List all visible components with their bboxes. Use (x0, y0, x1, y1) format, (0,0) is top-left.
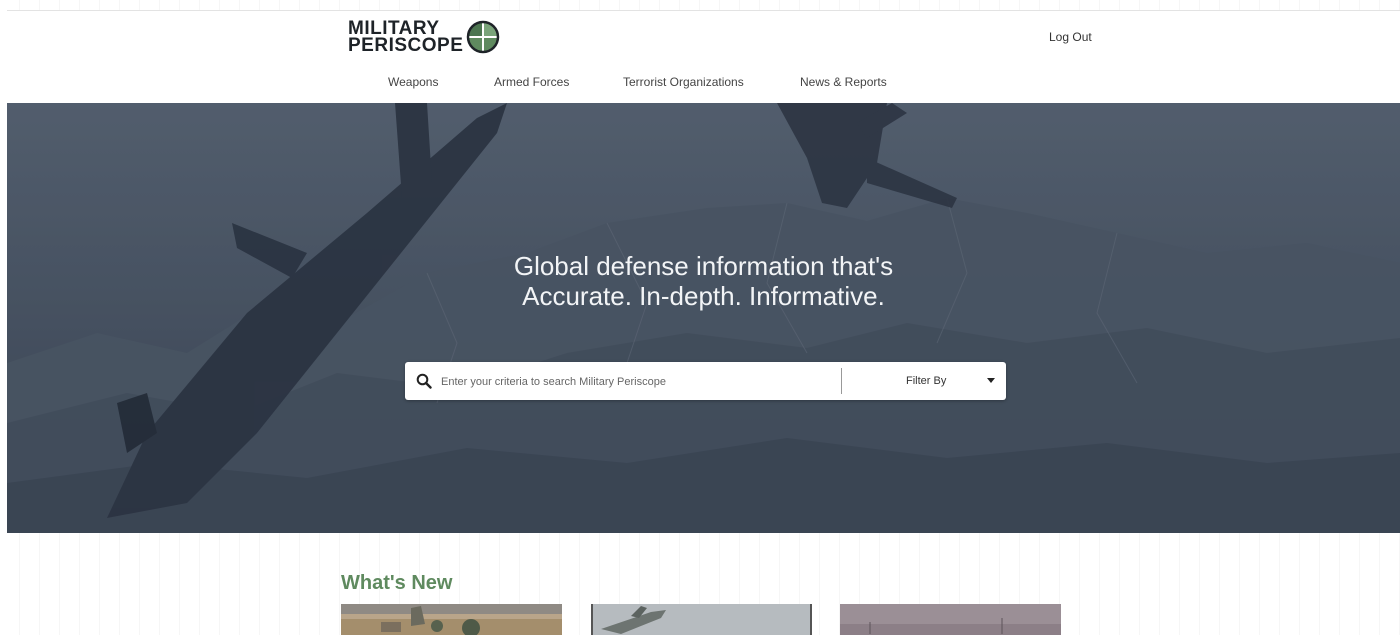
hero-background-image (7, 103, 1400, 533)
top-header: MILITARY PERISCOPE Log Out (7, 10, 1400, 64)
search-icon[interactable] (416, 373, 432, 389)
hero-headline-line-2: Accurate. In-depth. Informative. (522, 281, 885, 311)
news-card-image (341, 604, 562, 635)
filter-by-dropdown[interactable]: Filter By (842, 362, 1006, 400)
logo-wordmark: MILITARY PERISCOPE (348, 19, 464, 56)
news-card-image (840, 604, 1061, 635)
caret-down-icon (987, 378, 995, 383)
news-card-thumbnail[interactable] (840, 604, 1061, 635)
hero-headline-line-1: Global defense information that's (513, 251, 894, 281)
search-input[interactable] (439, 368, 838, 396)
hero-banner: Global defense information that's Accura… (7, 103, 1400, 533)
logout-link[interactable]: Log Out (1049, 30, 1092, 44)
nav-news-reports[interactable]: News & Reports (800, 75, 887, 89)
news-card-thumbnail[interactable] (341, 604, 562, 635)
nav-weapons[interactable]: Weapons (388, 75, 438, 89)
nav-terrorist-organizations[interactable]: Terrorist Organizations (623, 75, 744, 89)
main-nav: Weapons Armed Forces Terrorist Organizat… (7, 63, 1400, 103)
whats-new-heading: What's New (341, 572, 453, 594)
news-card-thumbnail[interactable] (591, 604, 812, 635)
hero-headline: Global defense information that's Accura… (7, 251, 1400, 311)
periscope-globe-icon (467, 20, 500, 54)
filter-by-label: Filter By (906, 375, 947, 387)
nav-armed-forces[interactable]: Armed Forces (494, 75, 569, 89)
logo-line-2: PERISCOPE (348, 35, 464, 56)
search-bar: Filter By (405, 362, 1006, 400)
news-card-image (591, 604, 812, 635)
page: MILITARY PERISCOPE Log Out Weapons Armed… (0, 0, 1400, 635)
site-logo[interactable]: MILITARY PERISCOPE (348, 17, 500, 57)
